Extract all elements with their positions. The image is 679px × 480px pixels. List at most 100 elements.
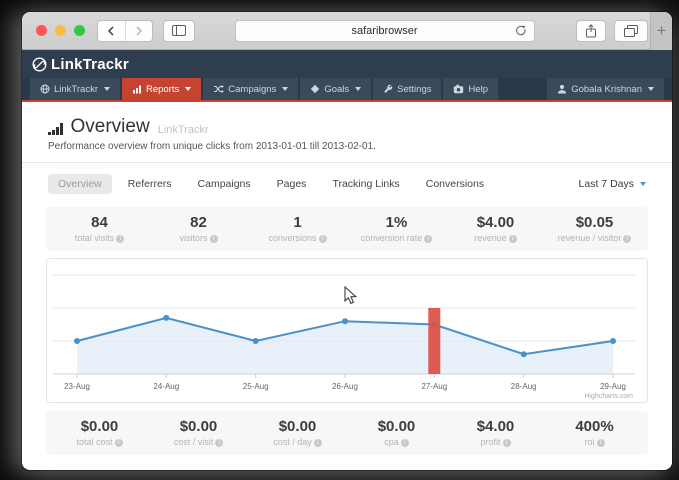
stat-label: visitors (179, 233, 207, 243)
svg-text:29-Aug: 29-Aug (600, 382, 626, 391)
stat-total-visits: 84 total visitsi (50, 214, 149, 243)
share-button[interactable] (576, 20, 606, 42)
user-menu[interactable]: Gobala Krishnan (547, 78, 664, 100)
page-subtitle: Performance overview from unique clicks … (48, 141, 646, 152)
stat-value: 1 (248, 214, 347, 231)
caret-down-icon (648, 87, 654, 91)
info-icon[interactable]: i (319, 235, 327, 243)
info-icon[interactable]: i (597, 439, 605, 447)
zoom-window-button[interactable] (74, 25, 85, 36)
nav-label: LinkTrackr (54, 84, 98, 95)
stat-value: 82 (149, 214, 248, 231)
share-icon (585, 24, 597, 38)
show-tabs-button[interactable] (614, 20, 648, 42)
stat-roi: 400% roii (545, 418, 644, 447)
page-title-suffix: LinkTrackr (158, 124, 209, 136)
overview-chart-panel: 23-Aug24-Aug25-Aug26-Aug27-Aug28-Aug29-A… (46, 258, 648, 403)
stat-label: revenue / visitor (558, 233, 622, 243)
stat-label: cost / visit (174, 437, 214, 447)
info-icon[interactable]: i (503, 439, 511, 447)
stat-label: roi (584, 437, 594, 447)
stat-visitors: 82 visitorsi (149, 214, 248, 243)
back-button[interactable] (98, 21, 125, 41)
stat-label: cpa (384, 437, 399, 447)
main-nav: LinkTrackr Reports Campaigns Goals (22, 78, 672, 102)
user-name: Gobala Krishnan (571, 84, 642, 95)
sidebar-toggle-button[interactable] (163, 20, 195, 42)
info-icon[interactable]: i (314, 439, 322, 447)
stat-revenue: $4.00 revenuei (446, 214, 545, 243)
user-icon (557, 84, 567, 94)
nav-item-help[interactable]: Help (443, 78, 498, 100)
svg-text:25-Aug: 25-Aug (243, 382, 269, 391)
reload-icon (515, 25, 527, 38)
caret-down-icon (282, 87, 288, 91)
stats-row-top: 84 total visitsi 82 visitorsi 1 conversi… (46, 207, 648, 251)
svg-text:27-Aug: 27-Aug (421, 382, 447, 391)
window-controls (36, 25, 85, 36)
info-icon[interactable]: i (116, 235, 124, 243)
stats-row-bottom: $0.00 total costi $0.00 cost / visiti $0… (46, 411, 648, 455)
url-text: safaribrowser (351, 25, 417, 37)
stat-value: $0.00 (149, 418, 248, 435)
stat-label: conversion rate (361, 233, 423, 243)
stat-conversion-rate: 1% conversion ratei (347, 214, 446, 243)
shuffle-icon (213, 84, 224, 94)
tab-referrers[interactable]: Referrers (118, 174, 182, 194)
browser-toolbar: safaribrowser + (22, 12, 672, 50)
close-window-button[interactable] (36, 25, 47, 36)
nav-item-linktrackr[interactable]: LinkTrackr (30, 78, 120, 100)
stat-label: revenue (474, 233, 507, 243)
stat-label: total cost (76, 437, 112, 447)
info-icon[interactable]: i (115, 439, 123, 447)
stat-value: 1% (347, 214, 446, 231)
linktrackr-logo[interactable]: LinkTrackr (32, 56, 129, 73)
stat-value: $0.00 (50, 418, 149, 435)
tab-tracking-links[interactable]: Tracking Links (322, 174, 409, 194)
stat-value: 400% (545, 418, 644, 435)
chevron-right-icon (135, 26, 143, 36)
new-tab-button[interactable]: + (650, 12, 672, 50)
nav-item-reports[interactable]: Reports (122, 78, 201, 100)
nav-item-settings[interactable]: Settings (373, 78, 441, 100)
minimize-window-button[interactable] (55, 25, 66, 36)
stat-label: cost / day (273, 437, 312, 447)
date-range-selector[interactable]: Last 7 Days (579, 178, 646, 190)
stat-label: conversions (268, 233, 316, 243)
overview-bars-icon (48, 123, 63, 135)
reload-button[interactable] (515, 25, 527, 41)
forward-button[interactable] (125, 21, 153, 41)
stat-value: $4.00 (446, 418, 545, 435)
info-icon[interactable]: i (509, 235, 517, 243)
diamond-icon (310, 84, 320, 94)
page-heading: Overview LinkTrackr Performance overview… (22, 102, 672, 163)
info-icon[interactable]: i (210, 235, 218, 243)
address-bar[interactable]: safaribrowser (235, 20, 535, 42)
stat-value: $0.05 (545, 214, 644, 231)
svg-text:23-Aug: 23-Aug (64, 382, 90, 391)
tab-campaigns[interactable]: Campaigns (188, 174, 261, 194)
svg-text:24-Aug: 24-Aug (153, 382, 179, 391)
tab-overview[interactable]: Overview (48, 174, 112, 194)
tabs-overview-icon (624, 25, 638, 37)
nav-label: Settings (397, 84, 431, 95)
brand-name: LinkTrackr (51, 56, 129, 73)
stat-value: 84 (50, 214, 149, 231)
info-icon[interactable]: i (401, 439, 409, 447)
bar-chart-icon (132, 84, 142, 94)
overview-chart[interactable]: 23-Aug24-Aug25-Aug26-Aug27-Aug28-Aug29-A… (47, 262, 641, 402)
caret-down-icon (355, 87, 361, 91)
wrench-icon (383, 84, 393, 94)
nav-item-goals[interactable]: Goals (300, 78, 371, 100)
info-icon[interactable]: i (424, 235, 432, 243)
nav-item-campaigns[interactable]: Campaigns (203, 78, 298, 100)
globe-icon (40, 84, 50, 94)
info-icon[interactable]: i (215, 439, 223, 447)
tab-pages[interactable]: Pages (267, 174, 317, 194)
tab-conversions[interactable]: Conversions (416, 174, 494, 194)
camera-icon (453, 84, 464, 94)
info-icon[interactable]: i (623, 235, 631, 243)
svg-text:26-Aug: 26-Aug (332, 382, 358, 391)
svg-text:Highcharts.com: Highcharts.com (584, 393, 633, 400)
stat-cost-per-visit: $0.00 cost / visiti (149, 418, 248, 447)
